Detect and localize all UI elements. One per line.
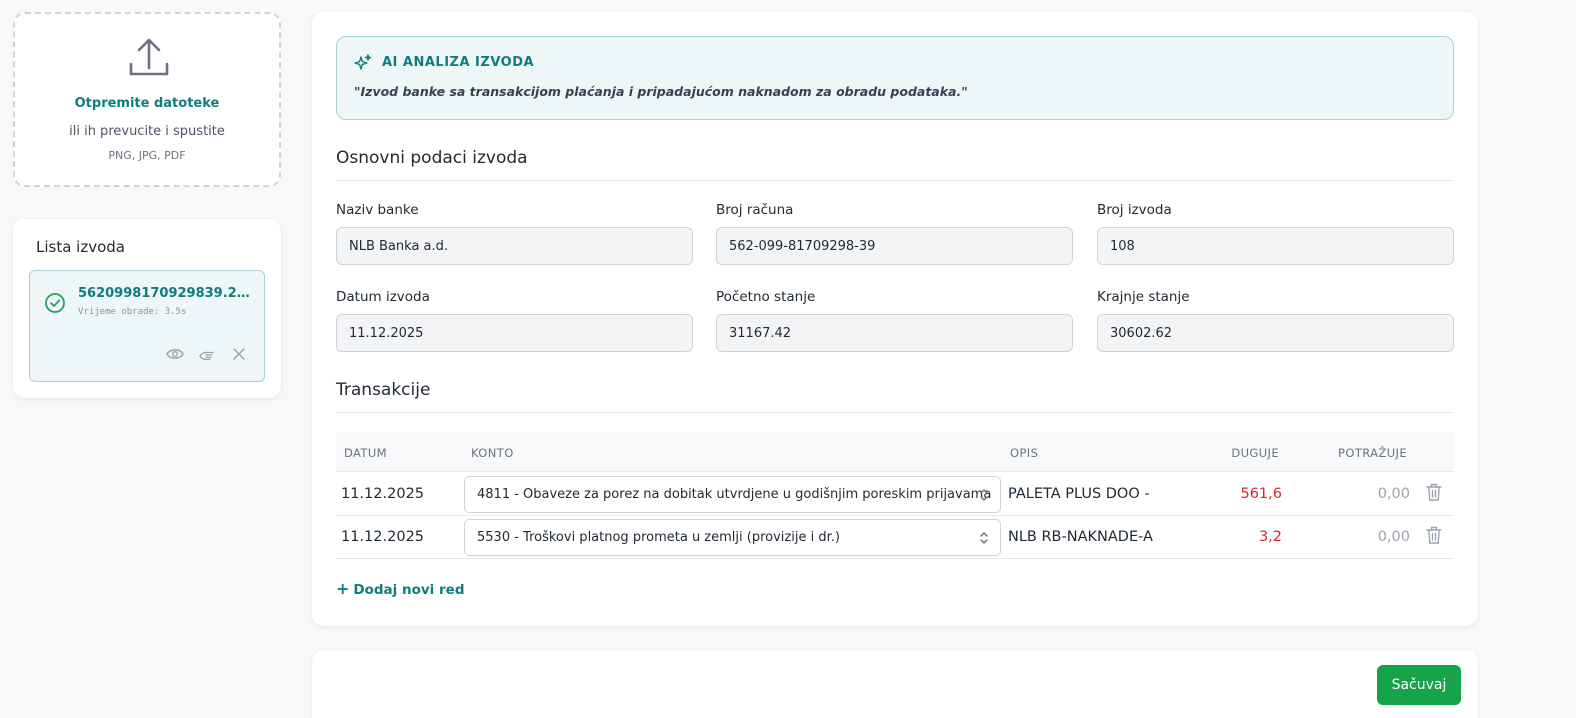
column-header-duguje: DUGUJE [1231,446,1279,460]
divider [336,412,1454,413]
table-row: 11.12.2025 5530 - Troškovi platnog prome… [336,516,1454,559]
upload-formats: PNG, JPG, PDF [108,149,186,162]
divider [336,180,1454,181]
statement-date-field[interactable] [336,314,693,352]
column-header-opis: OPIS [1010,446,1039,460]
upload-title[interactable]: Otpremite datoteke [15,96,279,111]
column-header-datum: DATUM [344,446,387,460]
row-date: 11.12.2025 [341,529,425,545]
bank-name-field[interactable] [336,227,693,265]
table-row: 11.12.2025 4811 - Obaveze za porez na do… [336,473,1454,516]
statement-file-name[interactable]: 5620998170929839.25121... [78,286,258,301]
upload-subtitle: ili ih prevucite i spustite [69,124,225,139]
chevron-up-down-icon [980,489,988,501]
transactions-title: Transakcije [336,380,431,400]
upload-icon [129,38,169,76]
processing-time: Vrijeme obrade: 3.5s [78,307,187,317]
statement-date-label: Datum izvoda [336,289,430,305]
column-header-potrazuje: POTRAŽUJE [1338,446,1407,460]
konto-select-value: 4811 - Obaveze za porez na dobitak utvrd… [477,487,992,502]
closing-balance-label: Krajnje stanje [1097,289,1190,305]
save-button[interactable]: Sačuvaj [1377,665,1461,705]
row-date: 11.12.2025 [341,486,425,502]
trash-icon[interactable] [1425,525,1443,545]
transactions-table-header: DATUM KONTO OPIS DUGUJE POTRAŽUJE [336,432,1454,472]
statement-list-panel: Lista izvoda 5620998170929839.25121... V… [13,219,281,398]
row-credit: 0,00 [1377,529,1410,545]
konto-select-value: 5530 - Troškovi platnog prometa u zemlji… [477,530,840,545]
trash-icon[interactable] [1425,482,1443,502]
opening-balance-field[interactable] [716,314,1073,352]
closing-balance-field[interactable] [1097,314,1454,352]
konto-select[interactable]: 4811 - Obaveze za porez na dobitak utvrd… [464,476,1001,513]
add-row-button[interactable]: + Dodaj novi red [336,579,464,598]
row-credit: 0,00 [1377,486,1410,502]
close-icon[interactable] [230,347,248,361]
ai-analysis-summary: "Izvod banke sa transakcijom plaćanja i … [354,84,968,99]
chevron-up-down-icon [980,532,988,544]
basic-data-title: Osnovni podaci izvoda [336,148,528,168]
add-row-label: Dodaj novi red [353,582,465,598]
bank-name-label: Naziv banke [336,202,419,218]
eye-icon[interactable] [166,347,184,361]
action-bar: Sačuvaj [312,650,1478,718]
statement-list-item[interactable]: 5620998170929839.25121... Vrijeme obrade… [29,270,265,382]
account-number-field[interactable] [716,227,1073,265]
column-header-konto: KONTO [471,446,514,460]
check-circle-icon [45,293,65,313]
row-debit: 561,6 [1240,486,1282,502]
statement-detail-card: AI ANALIZA IZVODA "Izvod banke sa transa… [312,12,1478,626]
opening-balance-label: Početno stanje [716,289,816,305]
ai-analysis-title: AI ANALIZA IZVODA [382,55,535,70]
account-number-label: Broj računa [716,202,794,218]
upload-dropzone[interactable]: Otpremite datoteke ili ih prevucite i sp… [13,12,281,187]
statement-number-label: Broj izvoda [1097,202,1172,218]
row-debit: 3,2 [1258,529,1282,545]
sparkle-icon [354,54,372,70]
ai-analysis-box: AI ANALIZA IZVODA "Izvod banke sa transa… [336,36,1454,120]
plus-icon: + [336,579,350,598]
konto-select[interactable]: 5530 - Troškovi platnog prometa u zemlji… [464,519,1001,556]
statement-list-title: Lista izvoda [36,238,125,256]
row-description: PALETA PLUS DOO - [1008,486,1150,502]
hand-icon[interactable] [198,347,216,361]
row-description: NLB RB-NAKNADE-A [1008,529,1153,545]
statement-number-field[interactable] [1097,227,1454,265]
